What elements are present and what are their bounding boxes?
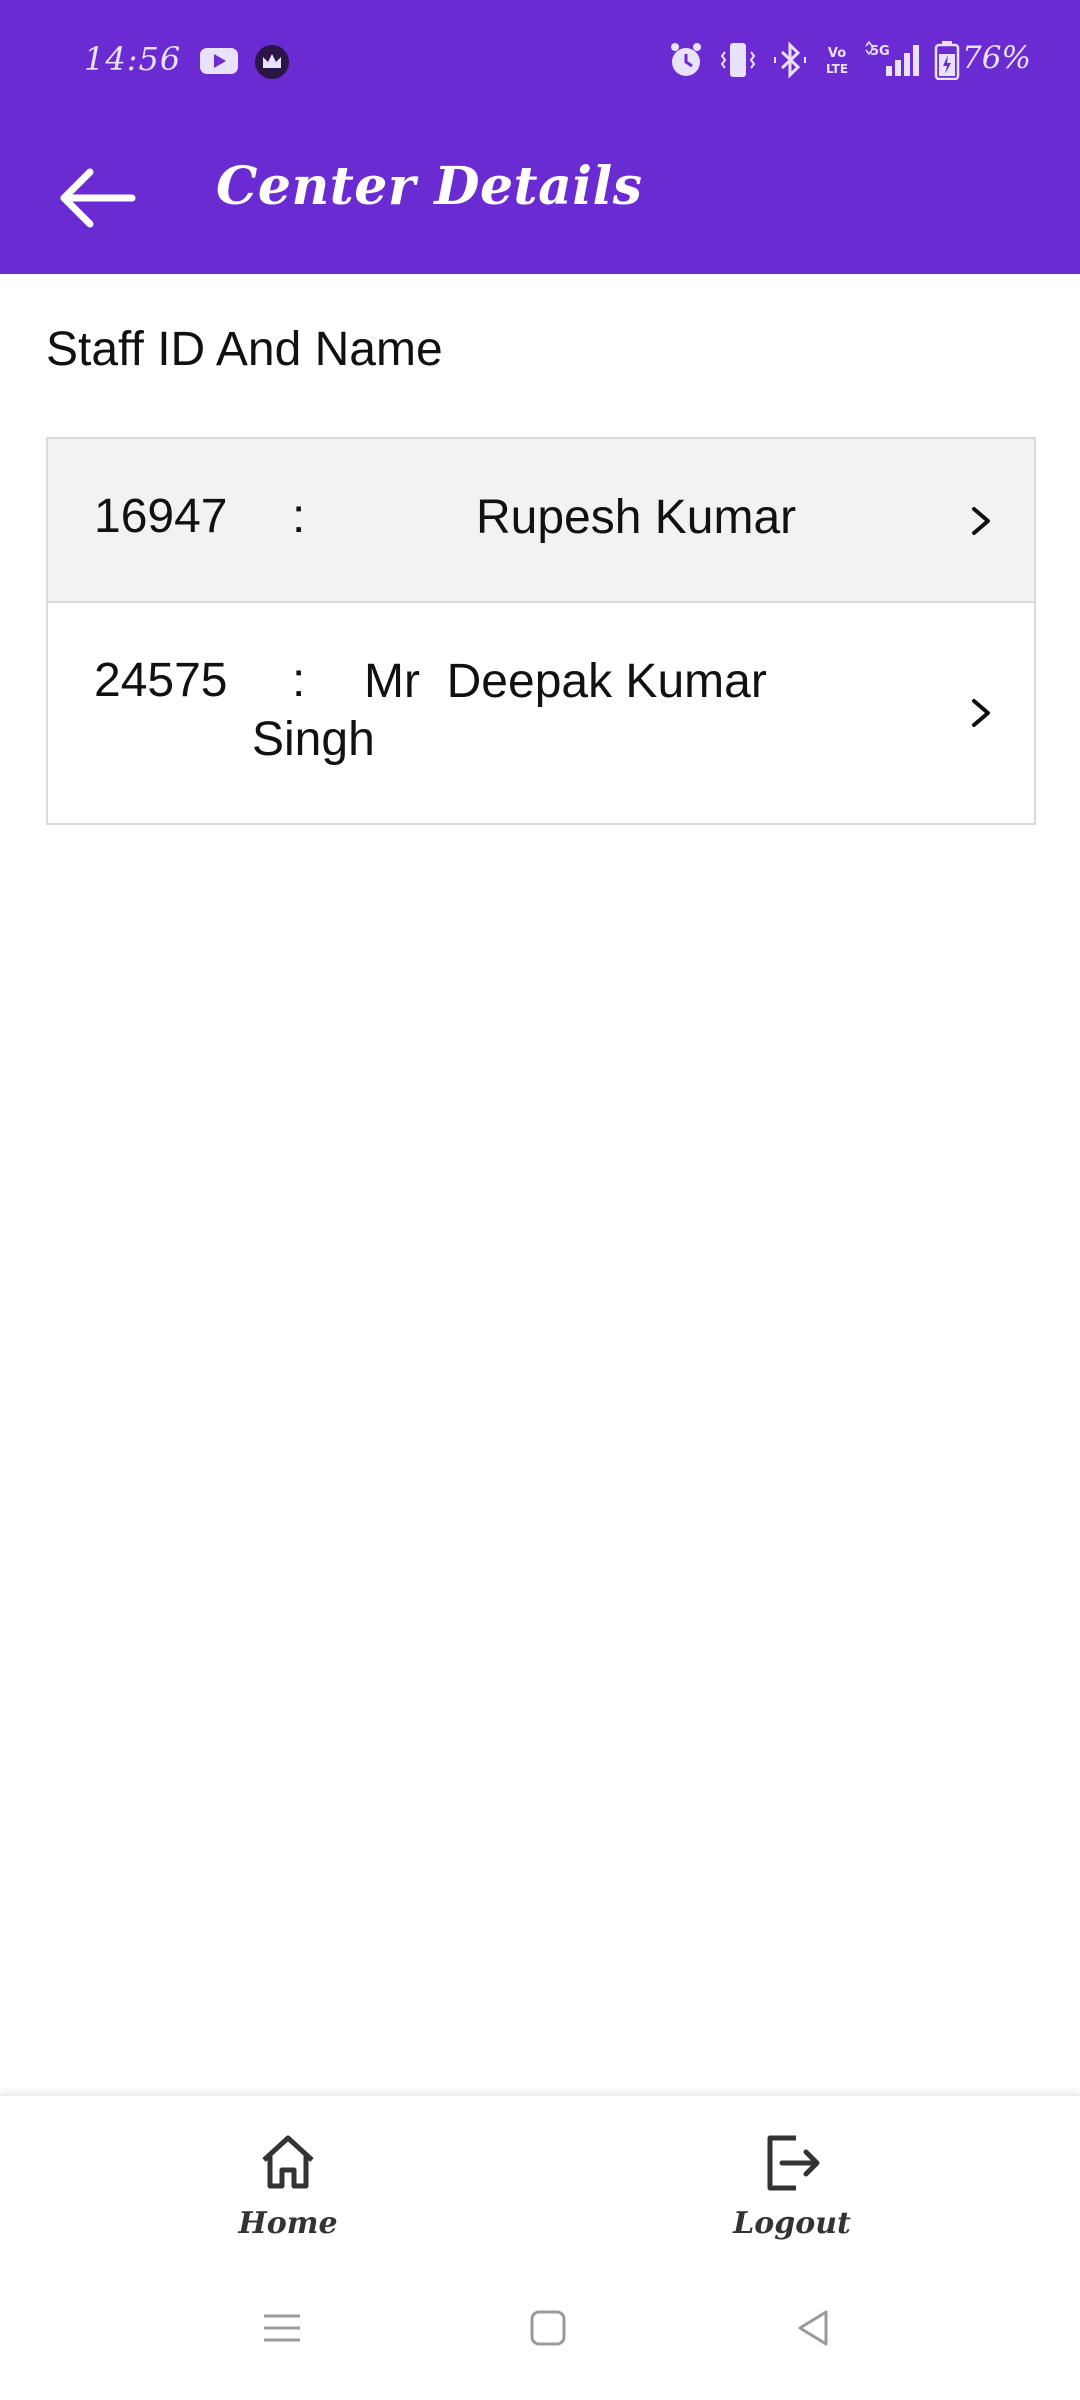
alarm-icon [671,43,701,76]
staff-row[interactable]: 24575 : Mr Deepak Kumar Singh [48,603,1034,823]
system-navigation-bar [0,2244,1080,2400]
volte-icon: Vo LTE [826,46,848,76]
staff-name: Mr Deepak Kumar Singh [252,655,781,766]
crown-app-icon [255,45,289,79]
section-heading: Staff ID And Name [46,323,443,376]
id-name-separator: : [292,490,306,543]
arrow-left-icon [60,168,136,228]
center-details-screen: 14:56 Vo LTE 5G 76% Center Details Staff… [0,0,1080,2400]
chevron-right-icon [972,507,990,535]
bluetooth-icon [774,41,806,79]
nav-home-label: Home [238,2206,338,2241]
home-icon [262,2135,314,2189]
svg-text:Vo: Vo [828,46,846,61]
page-title: Center Details [216,156,643,217]
chevron-right-icon [972,699,990,727]
status-time: 14:56 [84,40,182,78]
back-triangle-icon[interactable] [790,2304,838,2352]
status-bar: 14:56 Vo LTE 5G 76% [0,0,1080,122]
nav-home-button[interactable]: Home [178,2096,398,2246]
nav-logout-label: Logout [733,2206,851,2241]
app-bar: Center Details [0,122,1080,274]
staff-row[interactable]: 16947 : Rupesh Kumar [48,439,1034,603]
home-square-icon[interactable] [524,2304,572,2352]
battery-charging-icon [934,41,960,80]
5g-signal-icon: 5G [865,40,919,76]
staff-list: 16947 : Rupesh Kumar 24575 : Mr Deepak K… [46,437,1036,825]
back-button[interactable] [52,158,142,238]
menu-icon[interactable] [258,2304,306,2352]
svg-text:5G: 5G [870,44,890,59]
staff-name: Rupesh Kumar [476,491,797,544]
battery-percent: 76% [962,40,1031,76]
vibrate-icon [720,43,756,77]
bottom-navigation: Home Logout [0,2094,1080,2244]
svg-text:LTE: LTE [826,62,848,76]
nav-logout-button[interactable]: Logout [682,2096,902,2246]
staff-id: 16947 [94,490,228,543]
logout-icon [767,2135,820,2191]
youtube-icon [200,48,238,74]
staff-id: 24575 [94,654,228,707]
